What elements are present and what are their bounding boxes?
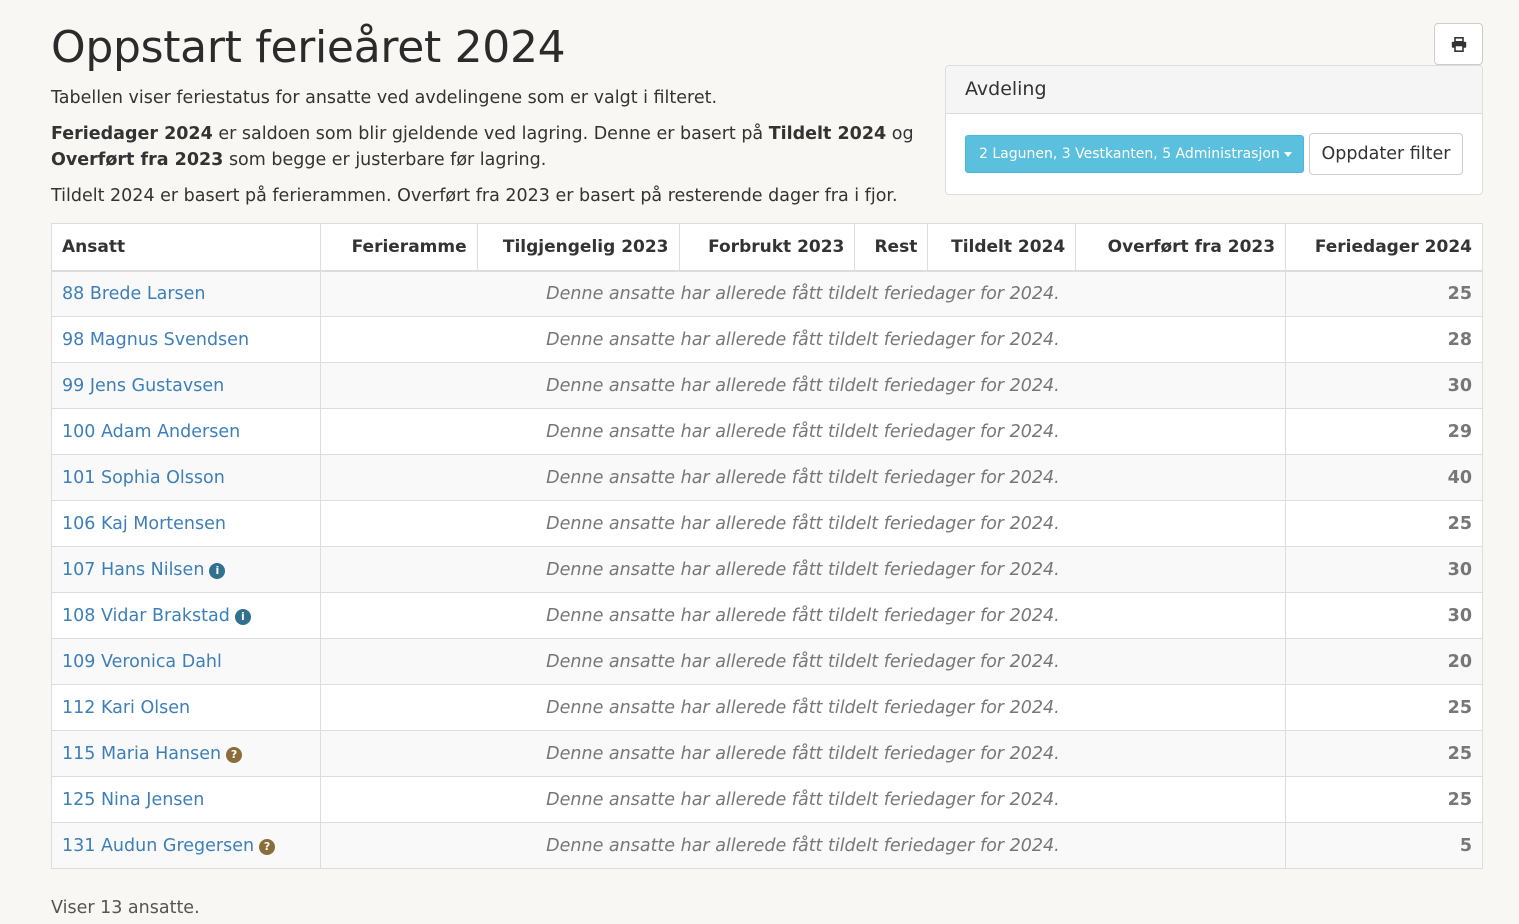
feriedager-value: 29 [1285,408,1483,455]
feriedager-value: 25 [1285,730,1483,777]
employee-cell: 100 Adam Andersen [51,408,321,455]
print-button[interactable] [1434,23,1483,65]
status-message: Denne ansatte har allerede fått tildelt … [319,500,1287,547]
table-row: 101 Sophia Olsson Denne ansatte har aller… [51,454,1483,501]
feriedager-value: 25 [1285,776,1483,823]
feriedager-value: 25 [1285,270,1483,317]
col-header-tilgjengelig-2023[interactable]: Tilgjengelig 2023 [476,223,680,272]
employee-link[interactable]: 99 Jens Gustavsen [62,376,224,396]
intro-line-2: Feriedager 2024 er saldoen som blir gjel… [51,124,914,170]
question-icon[interactable]: ? [259,838,276,855]
feriedager-value: 28 [1285,316,1483,363]
department-dropdown[interactable]: 2 Lagunen, 3 Vestkanten, 5 Administrasjo… [965,135,1304,173]
table-row: 125 Nina Jensen Denne ansatte har allered… [51,776,1483,823]
table-header-row: Ansatt Ferieramme Tilgjengelig 2023 Forb… [51,223,1483,272]
department-selected: 2 Lagunen, 3 Vestkanten, 5 Administrasjo… [979,146,1280,162]
col-header-ansatt[interactable]: Ansatt [51,223,321,272]
col-header-overfort-fra-2023[interactable]: Overført fra 2023 [1075,223,1287,272]
status-message: Denne ansatte har allerede fått tildelt … [319,270,1287,317]
feriedager-value: 40 [1285,454,1483,501]
employee-count: Viser 13 ansatte. [51,898,200,918]
table-row: 99 Jens Gustavsen Denne ansatte har aller… [51,362,1483,409]
info-icon[interactable]: i [209,562,226,579]
employee-link[interactable]: 108 Vidar Brakstad [62,606,230,626]
employee-link[interactable]: 115 Maria Hansen [62,744,221,764]
caret-down-icon [1283,151,1292,157]
employee-cell: 101 Sophia Olsson [51,454,321,501]
filter-heading: Avdeling [946,66,1482,114]
feriedager-value: 25 [1285,684,1483,731]
employee-link[interactable]: 88 Brede Larsen [62,284,206,304]
employee-link[interactable]: 131 Audun Gregersen [62,836,254,856]
intro-line-1: Tabellen viser feriestatus for ansatte v… [51,88,718,108]
status-message: Denne ansatte har allerede fått tildelt … [319,316,1287,363]
question-icon[interactable]: ? [226,746,243,763]
intro-text: Tabellen viser feriestatus for ansatte v… [51,85,931,219]
employee-cell: 107 Hans Nilsen i [51,546,321,593]
status-message: Denne ansatte har allerede fått tildelt … [319,638,1287,685]
employee-link[interactable]: 100 Adam Andersen [62,422,240,442]
status-message: Denne ansatte har allerede fått tildelt … [319,730,1287,777]
col-header-feriedager-2024[interactable]: Feriedager 2024 [1285,223,1483,272]
table-row: 100 Adam Andersen Denne ansatte har aller… [51,408,1483,455]
col-header-rest[interactable]: Rest [854,223,929,272]
update-filter-button[interactable]: Oppdater filter [1309,133,1463,175]
status-message: Denne ansatte har allerede fått tildelt … [319,454,1287,501]
department-filter-panel: Avdeling 2 Lagunen, 3 Vestkanten, 5 Admi… [945,65,1483,195]
employee-cell: 88 Brede Larsen [51,270,321,317]
employee-link[interactable]: 98 Magnus Svendsen [62,330,249,350]
table-row: 115 Maria Hansen? Denne ansatte har aller… [51,730,1483,777]
employee-cell: 106 Kaj Mortensen [51,500,321,547]
feriedager-value: 30 [1285,546,1483,593]
employee-cell: 98 Magnus Svendsen [51,316,321,363]
table-row: 98 Magnus Svendsen Denne ansatte har alle… [51,316,1483,363]
intro-line-3: Tildelt 2024 er basert på ferierammen. O… [51,186,898,206]
employee-cell: 125 Nina Jensen [51,776,321,823]
status-message: Denne ansatte har allerede fått tildelt … [319,822,1287,869]
employee-link[interactable]: 106 Kaj Mortensen [62,514,226,534]
status-message: Denne ansatte har allerede fått tildelt … [319,408,1287,455]
print-icon [1451,36,1466,52]
feriedager-value: 20 [1285,638,1483,685]
employee-link[interactable]: 107 Hans Nilsen [62,560,204,580]
table-row: 109 Veronica Dahl Denne ansatte har aller… [51,638,1483,685]
employee-link[interactable]: 109 Veronica Dahl [62,652,222,672]
feriedager-value: 30 [1285,592,1483,639]
table-row: 108 Vidar Brakstad i Denne ansatte har all… [51,592,1483,639]
employee-cell: 109 Veronica Dahl [51,638,321,685]
employee-cell: 108 Vidar Brakstad i [51,592,321,639]
employee-cell: 99 Jens Gustavsen [51,362,321,409]
table-row: 131 Audun Gregersen? Denne ansatte har al… [51,822,1483,869]
col-header-forbrukt-2023[interactable]: Forbrukt 2023 [678,223,856,272]
status-message: Denne ansatte har allerede fått tildelt … [319,362,1287,409]
info-icon[interactable]: i [234,608,251,625]
employee-link[interactable]: 101 Sophia Olsson [62,468,225,488]
table-row: 112 Kari Olsen Denne ansatte har allerede… [51,684,1483,731]
employee-cell: 115 Maria Hansen? [51,730,321,777]
col-header-tildelt-2024[interactable]: Tildelt 2024 [927,223,1077,272]
vacation-table: Ansatt Ferieramme Tilgjengelig 2023 Forb… [51,223,1483,869]
status-message: Denne ansatte har allerede fått tildelt … [319,592,1287,639]
feriedager-value: 25 [1285,500,1483,547]
table-row: 106 Kaj Mortensen Denne ansatte har aller… [51,500,1483,547]
page-title: Oppstart ferieåret 2024 [51,22,566,73]
status-message: Denne ansatte har allerede fått tildelt … [319,546,1287,593]
feriedager-value: 30 [1285,362,1483,409]
feriedager-value: 5 [1285,822,1483,869]
status-message: Denne ansatte har allerede fått tildelt … [319,684,1287,731]
col-header-ferieramme[interactable]: Ferieramme [319,223,478,272]
table-row: 88 Brede Larsen Denne ansatte har allered… [51,270,1483,317]
employee-cell: 112 Kari Olsen [51,684,321,731]
employee-link[interactable]: 112 Kari Olsen [62,698,190,718]
employee-link[interactable]: 125 Nina Jensen [62,790,204,810]
status-message: Denne ansatte har allerede fått tildelt … [319,776,1287,823]
table-row: 107 Hans Nilsen i Denne ansatte har allere… [51,546,1483,593]
employee-cell: 131 Audun Gregersen? [51,822,321,869]
